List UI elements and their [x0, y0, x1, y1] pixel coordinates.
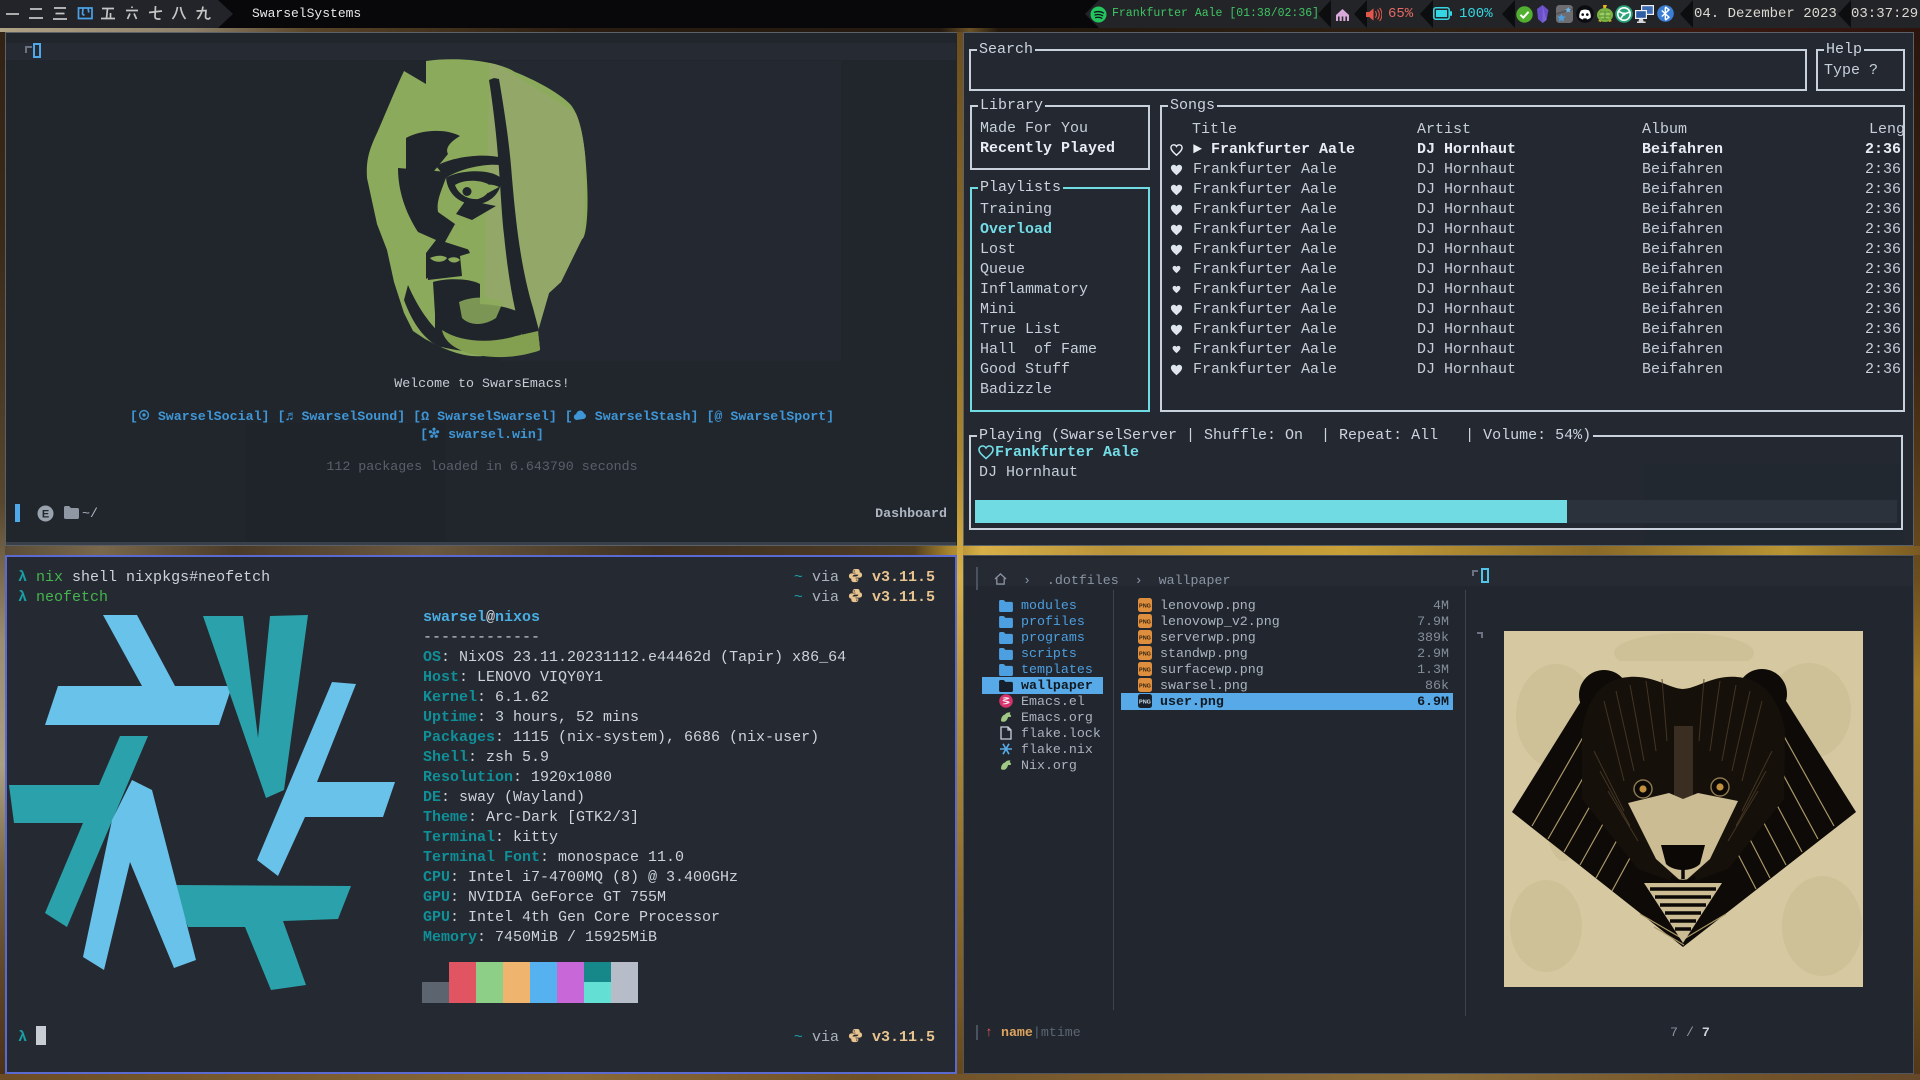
svg-text:PNG: PNG: [1139, 620, 1151, 626]
svg-text:PNG: PNG: [1139, 700, 1151, 706]
svg-text:PNG: PNG: [1139, 636, 1151, 642]
svg-text:PNG: PNG: [1139, 604, 1151, 610]
svg-text:PNG: PNG: [1139, 652, 1151, 658]
svg-text:PNG: PNG: [1139, 684, 1151, 690]
svg-text:PNG: PNG: [1139, 668, 1151, 674]
